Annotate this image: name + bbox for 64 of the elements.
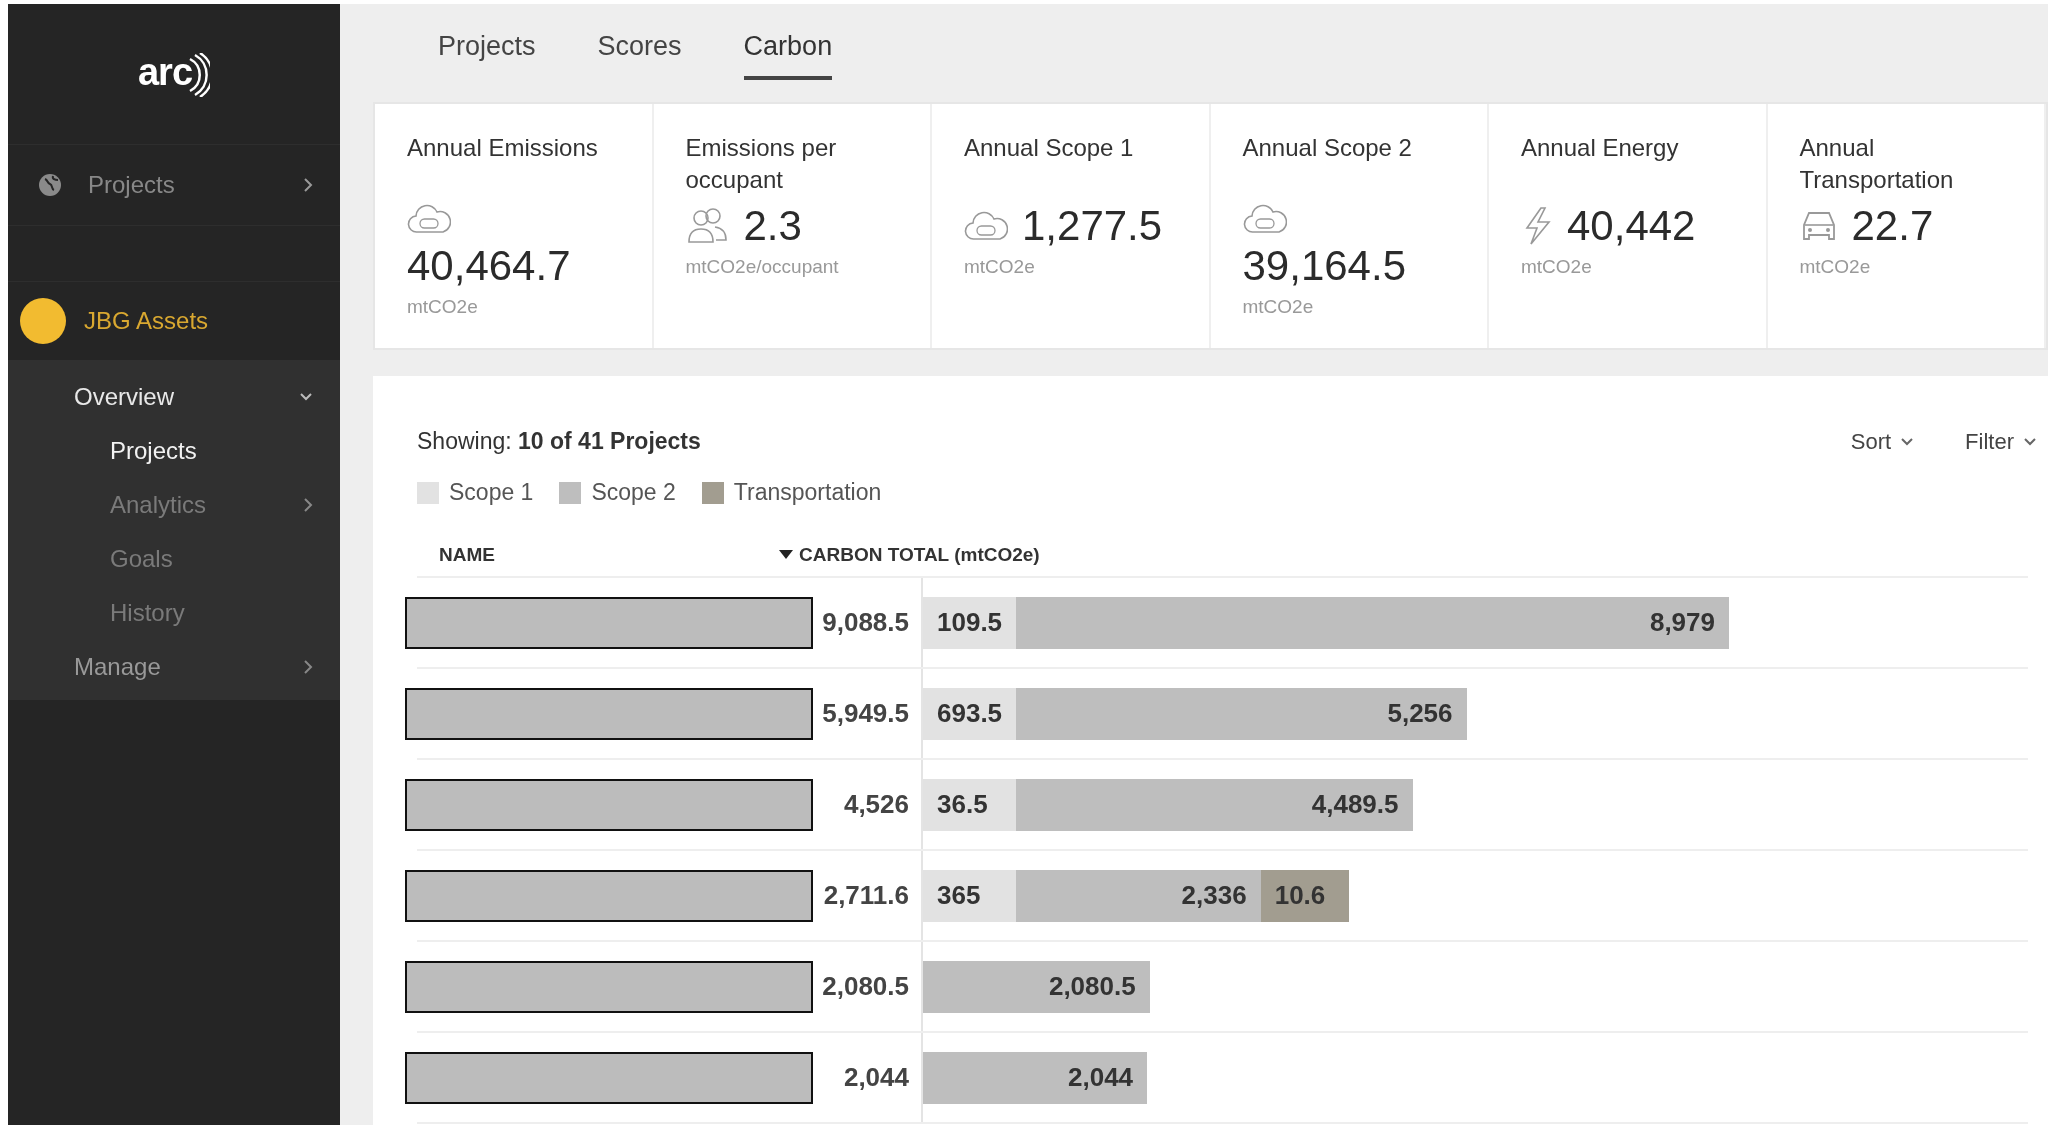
chevron-down-icon: [1899, 435, 1916, 448]
menu-item[interactable]: Overview: [8, 370, 340, 424]
tab[interactable]: Projects: [438, 31, 536, 80]
stat-unit: mtCO2e/occupant: [685, 256, 839, 277]
bar-segment: 109.5: [923, 596, 1016, 649]
stat-unit: mtCO2e: [1799, 256, 1871, 277]
stat-value: 40,442: [1567, 202, 1696, 250]
column-header[interactable]: CARBON TOTAL (mtCO2e): [799, 544, 1040, 566]
portfolio-name[interactable]: JBG Assets: [84, 307, 209, 335]
menu-item[interactable]: Manage: [8, 640, 340, 694]
bar-segment: 8,979: [1016, 596, 1729, 649]
carbon-total: 5,949.5: [821, 698, 910, 729]
stat-unit: mtCO2e: [1242, 296, 1314, 317]
tab[interactable]: Carbon: [743, 31, 833, 80]
bar-segment: 10.6: [1260, 869, 1349, 922]
stat-value: 40,464.7: [407, 242, 571, 290]
card-title: Annual Scope 2: [1242, 133, 1413, 163]
bar-segment: 2,080.5: [923, 960, 1150, 1013]
menu-item[interactable]: Projects: [8, 424, 340, 478]
column-header[interactable]: NAME: [439, 544, 495, 565]
card-title: Annual Transportation: [1799, 133, 1955, 195]
carbon-total: 2,711.6: [822, 880, 910, 911]
bar-segment: 2,044: [923, 1051, 1148, 1104]
stat-value: 2.3: [743, 202, 802, 250]
chevron-right-icon: [302, 496, 314, 514]
card-title: Annual Emissions: [407, 133, 599, 163]
bar-segment: 693.5: [923, 687, 1016, 740]
card-title: Annual Scope 1: [964, 133, 1135, 163]
chevron-right-icon: [302, 176, 314, 194]
card-title: Emissions per occupant: [685, 133, 838, 195]
portfolio-avatar: [20, 298, 66, 344]
chevron-down-icon: [298, 391, 314, 403]
stat-value: 39,164.5: [1242, 242, 1406, 290]
bar-segment: 5,256: [1016, 687, 1467, 740]
stat-unit: mtCO2e: [407, 296, 478, 317]
stat-value: 1,277.5: [1022, 202, 1163, 250]
stat-unit: mtCO2e: [964, 256, 1035, 277]
carbon-total: 2,080.5: [821, 971, 910, 1002]
legend-label: Scope 1: [449, 479, 534, 506]
bar-segment: 36.5: [923, 778, 1016, 831]
tab[interactable]: Scores: [597, 31, 682, 80]
arc-logo: arc: [137, 51, 211, 97]
legend-label: Transportation: [733, 479, 882, 506]
showing-count: Showing: 10 of 41 Projects: [417, 428, 701, 454]
chevron-down-icon: [2022, 435, 2038, 448]
cloud-icon: [407, 202, 451, 236]
card-title: Annual Energy: [1521, 133, 1680, 163]
dropdown-button[interactable]: Filter: [1965, 428, 2038, 455]
carbon-total: 4,526: [842, 789, 910, 820]
carbon-total: 2,044: [842, 1062, 910, 1093]
nav-item[interactable]: Projects: [8, 145, 340, 226]
legend-label: Scope 2: [591, 479, 676, 506]
stat-unit: mtCO2e: [1521, 256, 1592, 277]
chevron-right-icon: [302, 658, 314, 676]
bar-segment: 2,336: [1016, 869, 1261, 922]
bar-segment: 365: [923, 869, 1016, 922]
stat-value: 22.7: [1851, 202, 1934, 250]
dropdown-button[interactable]: Sort: [1850, 428, 1916, 455]
bar-segment: 4,489.5: [1016, 778, 1413, 831]
cloud-icon: [964, 209, 1008, 243]
carbon-total: 9,088.5: [821, 607, 910, 638]
people-icon: [685, 207, 730, 245]
globe-icon: [38, 173, 62, 197]
cloud-icon: [1242, 202, 1287, 236]
